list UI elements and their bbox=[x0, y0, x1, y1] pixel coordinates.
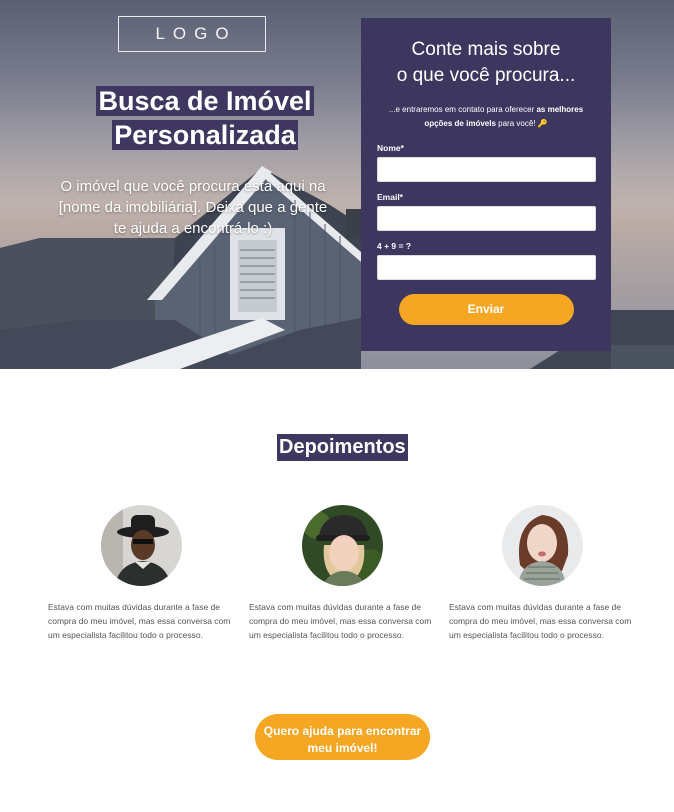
cta-line1: Quero ajuda para encontrar bbox=[263, 724, 422, 738]
submit-button[interactable]: Enviar bbox=[398, 294, 574, 325]
name-input[interactable] bbox=[377, 157, 596, 182]
testimonial-card: Estava com muitas dúvidas durante a fase… bbox=[449, 505, 639, 642]
hero-title-line2: Personalizada bbox=[112, 120, 298, 150]
testimonial-text: Estava com muitas dúvidas durante a fase… bbox=[48, 602, 231, 640]
hero-subtitle: O imóvel que você procura está aqui na [… bbox=[58, 178, 328, 237]
email-input[interactable] bbox=[377, 206, 596, 231]
captcha-input[interactable] bbox=[377, 255, 596, 280]
form-desc-prefix: ...e entraremos em contato para oferecer bbox=[388, 105, 537, 114]
hero-title: Busca de Imóvel Personalizada bbox=[60, 84, 350, 152]
form-description: ...e entraremos em contato para oferecer… bbox=[377, 103, 595, 131]
cta-line2: meu imóvel! bbox=[307, 741, 378, 755]
captcha-label: 4 + 9 = ? bbox=[377, 241, 412, 251]
testimonial-text: Estava com muitas dúvidas durante a fase… bbox=[249, 602, 432, 640]
hero-title-line1: Busca de Imóvel bbox=[96, 86, 314, 116]
avatar bbox=[302, 505, 383, 586]
form-title: Conte mais sobre o que você procura... bbox=[377, 37, 595, 89]
avatar bbox=[502, 505, 583, 586]
testimonial-card: Estava com muitas dúvidas durante a fase… bbox=[48, 505, 238, 642]
logo[interactable]: LOGO bbox=[118, 16, 266, 52]
form-title-line1: Conte mais sobre bbox=[411, 39, 561, 60]
form-title-line2: o que você procura... bbox=[396, 65, 576, 86]
cta-button[interactable]: Quero ajuda para encontrar meu imóvel! bbox=[255, 714, 430, 760]
email-label: Email* bbox=[377, 192, 403, 202]
testimonial-card: Estava com muitas dúvidas durante a fase… bbox=[249, 505, 439, 642]
avatar bbox=[101, 505, 182, 586]
contact-form: Conte mais sobre o que você procura... .… bbox=[361, 18, 611, 351]
testimonials-title: Depoimentos bbox=[277, 434, 408, 461]
testimonial-text: Estava com muitas dúvidas durante a fase… bbox=[449, 602, 632, 640]
name-label: Nome* bbox=[377, 143, 404, 153]
form-desc-suffix: para você! 🔑 bbox=[495, 119, 548, 128]
